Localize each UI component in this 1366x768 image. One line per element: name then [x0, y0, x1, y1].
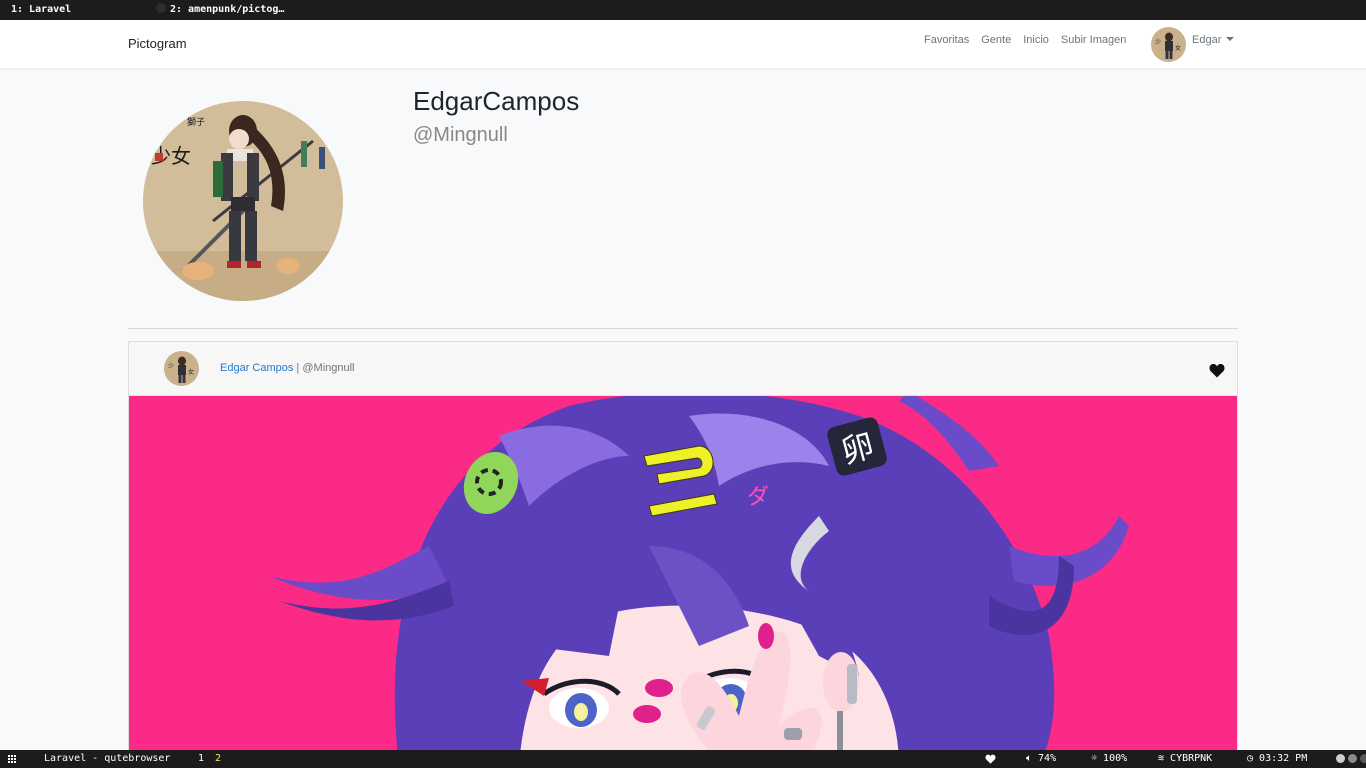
nav-link-inicio[interactable]: Inicio	[1023, 34, 1049, 46]
user-avatar[interactable]: 少 女	[1151, 27, 1186, 62]
browser-tab-1[interactable]: 1: Laravel	[0, 0, 145, 20]
browser-tab-label: 2: amenpunk/pictog…	[170, 4, 285, 15]
nav-link-gente[interactable]: Gente	[981, 34, 1011, 46]
window-title: Laravel - qutebrowser	[44, 753, 171, 764]
volume-value: 74%	[1038, 753, 1057, 764]
browser-tab-label: 1: Laravel	[11, 4, 72, 15]
browser-tab-2[interactable]: 2: amenpunk/pictog…	[145, 0, 290, 20]
svg-text:獅子: 獅子	[187, 116, 205, 128]
brightness-indicator[interactable]: ☼ 100%	[1091, 750, 1127, 768]
user-dropdown[interactable]: Edgar	[1192, 34, 1235, 46]
clock: ◷ 03:32 PM	[1247, 750, 1307, 768]
wifi-indicator[interactable]: ≋ CYBRPNK	[1158, 750, 1212, 768]
profile-name: EdgarCampos	[413, 86, 580, 116]
brand-link[interactable]: Pictogram	[128, 36, 187, 51]
workspace-2[interactable]: 2	[215, 750, 221, 768]
profile-handle: @Mingnull	[413, 124, 508, 146]
nav-links: Favoritas Gente Inicio Subir Imagen	[924, 34, 1126, 46]
navbar: Pictogram Favoritas Gente Inicio Subir I…	[0, 20, 1366, 68]
svg-text:少: 少	[168, 363, 174, 370]
user-dropdown-label: Edgar	[1192, 34, 1222, 46]
post-image[interactable]: 卵 ダ	[129, 396, 1237, 760]
wifi-name: CYBRPNK	[1170, 753, 1213, 764]
heart-icon	[985, 754, 996, 764]
nav-link-favoritas[interactable]: Favoritas	[924, 34, 969, 46]
svg-text:女: 女	[188, 368, 194, 376]
post-card: 少 女 Edgar Campos | @Mingnull 卵 ダ	[128, 341, 1238, 761]
svg-text:ダ: ダ	[747, 485, 769, 510]
clock-value: 03:32 PM	[1259, 753, 1308, 764]
status-bar: Laravel - qutebrowser 1 2 🔈︎ 74% ☼ 100% …	[0, 750, 1366, 768]
volume-indicator[interactable]: 🔈︎ 74%	[1026, 750, 1056, 768]
divider	[128, 328, 1238, 329]
heart-icon[interactable]	[1209, 363, 1225, 378]
brightness-icon: ☼	[1091, 753, 1104, 764]
post-author-avatar[interactable]: 少 女	[164, 351, 199, 386]
svg-text:少: 少	[1155, 39, 1161, 46]
nav-link-subir-imagen[interactable]: Subir Imagen	[1061, 34, 1126, 46]
volume-icon: 🔈︎	[1026, 753, 1039, 764]
browser-tab-bar: 1: Laravel 2: amenpunk/pictog…	[0, 0, 1366, 20]
brightness-value: 100%	[1103, 753, 1128, 764]
profile-avatar: 少女 獅子	[143, 101, 343, 301]
svg-text:女: 女	[1175, 44, 1181, 52]
tray-dots	[1336, 754, 1366, 763]
workspace-1[interactable]: 1	[198, 750, 204, 768]
post-author-link[interactable]: Edgar Campos	[220, 362, 293, 374]
post-meta-separator: |	[293, 362, 303, 374]
github-icon	[156, 3, 166, 13]
post-meta: Edgar Campos | @Mingnull	[220, 362, 355, 374]
wifi-icon: ≋	[1158, 753, 1171, 764]
post-author-handle: @Mingnull	[302, 362, 355, 374]
caret-down-icon	[1226, 37, 1235, 41]
post-card-header: 少 女 Edgar Campos | @Mingnull	[129, 342, 1237, 396]
grid-icon[interactable]	[8, 755, 16, 763]
clock-icon: ◷	[1247, 753, 1260, 764]
